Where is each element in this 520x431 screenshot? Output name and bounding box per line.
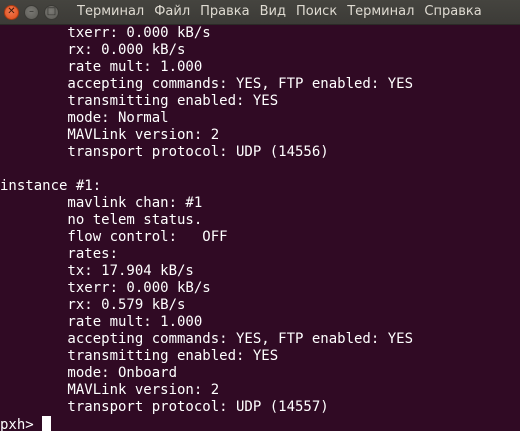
title-bar: ✕ – □ Терминал Файл Правка Вид Поиск Тер… — [0, 0, 520, 25]
close-button[interactable]: ✕ — [4, 4, 19, 20]
terminal-line: accepting commands: YES, FTP enabled: YE… — [0, 331, 414, 347]
terminal-line: instance #1: — [0, 178, 102, 194]
menu-bar: Терминал Файл Правка Вид Поиск Терминал … — [72, 0, 487, 24]
text-cursor — [42, 416, 52, 431]
terminal-line: no telem status. — [0, 212, 203, 228]
terminal-line: transport protocol: UDP (14557) — [0, 399, 329, 415]
terminal-line: rates: — [0, 246, 119, 262]
terminal-line: transmitting enabled: YES — [0, 93, 279, 109]
terminal-line: rate mult: 1.000 — [0, 314, 203, 330]
menu-item-view[interactable]: Вид — [255, 0, 291, 24]
terminal-line: transmitting enabled: YES — [0, 348, 279, 364]
terminal-line: mavlink chan: #1 — [0, 195, 203, 211]
terminal-line: flow control: OFF — [0, 229, 228, 245]
terminal-window: ✕ – □ Терминал Файл Правка Вид Поиск Тер… — [0, 0, 520, 431]
menu-item-file[interactable]: Файл — [149, 0, 195, 24]
menu-item-terminal[interactable]: Терминал — [342, 0, 419, 24]
command-prompt[interactable]: pxh> — [0, 416, 520, 431]
terminal-line: mode: Normal — [0, 110, 169, 126]
terminal-line: MAVLink version: 2 — [0, 382, 220, 398]
maximize-icon: □ — [46, 6, 57, 17]
terminal-line: txerr: 0.000 kB/s — [0, 25, 211, 41]
terminal-line: rx: 0.000 kB/s — [0, 42, 186, 58]
terminal-output[interactable]: txerr: 0.000 kB/s rx: 0.000 kB/s rate mu… — [0, 25, 520, 431]
maximize-button[interactable]: □ — [44, 4, 59, 20]
terminal-line: MAVLink version: 2 — [0, 127, 220, 143]
minimize-button[interactable]: – — [24, 4, 39, 20]
menu-item-help[interactable]: Справка — [419, 0, 486, 24]
terminal-line: mode: Onboard — [0, 365, 178, 381]
terminal-line: accepting commands: YES, FTP enabled: YE… — [0, 76, 414, 92]
menu-item-edit[interactable]: Правка — [195, 0, 254, 24]
minimize-icon: – — [29, 6, 34, 17]
menu-item-app-terminal[interactable]: Терминал — [72, 0, 149, 24]
terminal-line: rate mult: 1.000 — [0, 59, 203, 75]
window-controls: ✕ – □ — [0, 0, 64, 24]
close-icon: ✕ — [7, 6, 16, 17]
terminal-line: tx: 17.904 kB/s — [0, 263, 194, 279]
terminal-line: txerr: 0.000 kB/s — [0, 280, 211, 296]
prompt-text: pxh> — [0, 417, 43, 431]
menu-item-search[interactable]: Поиск — [291, 0, 342, 24]
terminal-line: transport protocol: UDP (14556) — [0, 144, 329, 160]
terminal-line: rx: 0.579 kB/s — [0, 297, 186, 313]
